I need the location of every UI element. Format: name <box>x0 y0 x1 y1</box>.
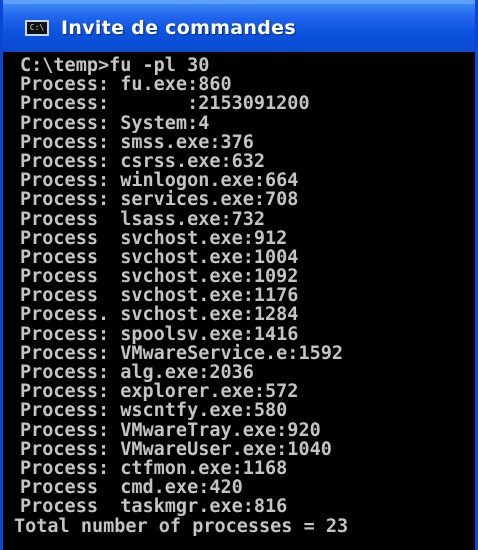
console-icon[interactable]: C:\ <box>25 20 49 36</box>
title-bar[interactable]: C:\ Invite de commandes <box>3 0 475 52</box>
process-line: Process: VMwareTray.exe:920 <box>20 419 321 441</box>
process-line: Process: spoolsv.exe:1416 <box>20 323 299 345</box>
process-line: Process: VMwareUser.exe:1040 <box>20 438 332 460</box>
process-line: Process cmd.exe:420 <box>20 477 243 499</box>
process-line: Process taskmgr.exe:816 <box>20 496 288 518</box>
process-line: Process: services.exe:708 <box>20 189 299 211</box>
process-line: Process: System:4 <box>20 112 210 134</box>
process-line: Process svchost.exe:1176 <box>20 285 299 307</box>
window-title: Invite de commandes <box>61 17 296 39</box>
process-line: Process: winlogon.exe:664 <box>20 170 299 192</box>
process-line: Process: smss.exe:376 <box>20 131 254 153</box>
process-line: Process lsass.exe:732 <box>20 208 266 230</box>
process-line: Process svchost.exe:912 <box>20 227 288 249</box>
console-output[interactable]: C:\temp>fu -pl 30 Process: fu.exe:860 Pr… <box>6 52 472 550</box>
process-line: Process: explorer.exe:572 <box>20 381 299 403</box>
process-line: Process: fu.exe:860 <box>20 74 232 96</box>
command-prompt-window: C:\ Invite de commandes C:\temp>fu -pl 3… <box>0 0 478 550</box>
process-line: Process: ctfmon.exe:1168 <box>20 457 288 479</box>
process-line: Process: wscntfy.exe:580 <box>20 400 288 422</box>
process-line: Process: alg.exe:2036 <box>20 362 254 383</box>
total-processes-line: Total number of processes = 23 <box>14 515 349 537</box>
process-line: Process. svchost.exe:1284 <box>20 304 299 326</box>
process-line: Process: :2153091200 <box>20 93 310 115</box>
process-line: Process: csrss.exe:632 <box>20 150 266 172</box>
command-line: C:\temp>fu -pl 30 <box>20 55 210 76</box>
process-line: Process svchost.exe:1092 <box>20 266 299 288</box>
process-line: Process: VMwareService.e:1592 <box>20 342 344 364</box>
process-line: Process svchost.exe:1004 <box>20 246 299 268</box>
